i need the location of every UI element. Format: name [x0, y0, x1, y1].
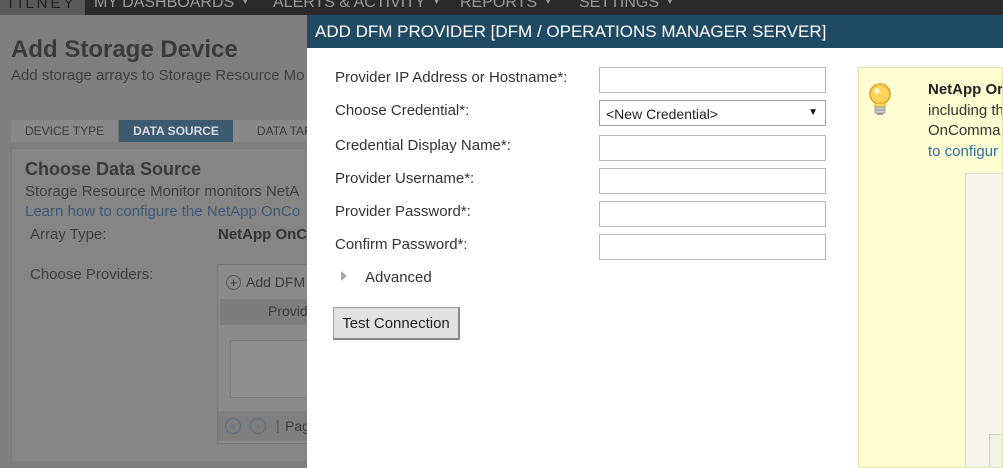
provider-ip-input[interactable]	[599, 67, 826, 93]
expand-arrow-icon	[341, 271, 347, 281]
help-title: NetApp Or	[928, 81, 1003, 98]
nav-my-dashboards[interactable]: MY DASHBOARDS ▼	[94, 0, 250, 12]
dialog-title: ADD DFM PROVIDER [DFM / OPERATIONS MANAG…	[315, 22, 827, 41]
credential-display-name-label: Credential Display Name*:	[335, 137, 511, 154]
confirm-password-input[interactable]	[599, 234, 826, 260]
choose-credential-select[interactable]: <New Credential> ▼	[599, 100, 826, 126]
panel-title: Choose Data Source	[25, 159, 202, 179]
choose-providers-label: Choose Providers:	[30, 266, 154, 283]
help-text-line: OnComma	[928, 122, 1001, 139]
help-image-detail	[989, 434, 1002, 467]
nav-settings[interactable]: SETTINGS ▼	[579, 0, 675, 12]
help-panel: NetApp Or including th OnComma to config…	[858, 67, 1003, 468]
array-type-label: Array Type:	[30, 226, 107, 243]
previous-page-icon[interactable]: ‹	[250, 418, 266, 434]
array-type-value: NetApp OnC	[218, 226, 308, 243]
page-title: Add Storage Device	[11, 36, 238, 63]
provider-ip-label: Provider IP Address or Hostname*:	[335, 69, 568, 86]
step-data-source[interactable]: DATA SOURCE	[119, 120, 244, 142]
nav-alerts-activity[interactable]: ALERTS & ACTIVITY ▼	[273, 0, 442, 12]
top-navigation: TILNEY MY DASHBOARDS ▼ ALERTS & ACTIVITY ▼…	[0, 0, 1003, 15]
help-text-line: including th	[928, 102, 1003, 119]
nav-label: ALERTS & ACTIVITY	[273, 0, 426, 11]
confirm-password-label: Confirm Password*:	[335, 236, 468, 253]
pager: « ‹ | Pag	[218, 411, 311, 441]
caret-down-icon: ▼	[240, 0, 251, 7]
panel-description: Storage Resource Monitor monitors NetA	[25, 183, 300, 200]
credential-display-name-input[interactable]	[599, 135, 826, 161]
help-screenshot-image	[965, 173, 1002, 467]
provider-password-input[interactable]	[599, 201, 826, 227]
add-dfm-provider-button[interactable]: + Add DFM	[226, 274, 305, 290]
wizard-steps: DEVICE TYPE DATA SOURCE DATA TARG	[11, 120, 337, 142]
brand-logo: TILNEY	[0, 0, 85, 15]
caret-down-icon: ▼	[665, 0, 675, 7]
pager-separator: |	[276, 417, 280, 433]
provider-username-label: Provider Username*:	[335, 170, 475, 187]
provider-username-input[interactable]	[599, 168, 826, 194]
dropdown-arrow-icon: ▼	[808, 107, 818, 118]
lightbulb-icon	[869, 83, 891, 115]
credential-selected-value: <New Credential>	[606, 106, 719, 122]
step-device-type[interactable]: DEVICE TYPE	[11, 120, 120, 142]
dialog-header: ADD DFM PROVIDER [DFM / OPERATIONS MANAG…	[307, 15, 1003, 48]
help-configure-link[interactable]: to configur	[928, 143, 998, 160]
nav-label: REPORTS	[460, 0, 538, 11]
plus-icon: +	[226, 275, 241, 290]
advanced-label: Advanced	[365, 269, 432, 286]
choose-data-source-panel: Choose Data Source Storage Resource Moni…	[11, 148, 312, 463]
nav-reports[interactable]: REPORTS ▼	[460, 0, 553, 12]
caret-down-icon: ▼	[543, 0, 553, 7]
providers-grid: + Add DFM Provid « ‹ | Pag	[217, 264, 312, 444]
providers-table-header: Provid	[220, 299, 311, 325]
page-subtitle: Add storage arrays to Storage Resource M…	[11, 67, 305, 84]
add-provider-label: Add DFM	[246, 274, 306, 290]
nav-label: SETTINGS	[579, 0, 660, 11]
caret-down-icon: ▼	[431, 0, 442, 7]
provider-column-header[interactable]: Provid	[268, 303, 308, 319]
test-connection-button[interactable]: Test Connection	[333, 307, 460, 340]
choose-credential-label: Choose Credential*:	[335, 102, 470, 119]
provider-password-label: Provider Password*:	[335, 203, 471, 220]
nav-label: MY DASHBOARDS	[94, 0, 235, 11]
providers-table-body	[230, 340, 310, 398]
first-page-icon[interactable]: «	[225, 418, 241, 434]
add-dfm-provider-dialog: ADD DFM PROVIDER [DFM / OPERATIONS MANAG…	[307, 15, 1003, 468]
configure-netapp-link[interactable]: Learn how to configure the NetApp OnCo	[25, 203, 300, 220]
advanced-toggle[interactable]: Advanced	[341, 269, 432, 286]
